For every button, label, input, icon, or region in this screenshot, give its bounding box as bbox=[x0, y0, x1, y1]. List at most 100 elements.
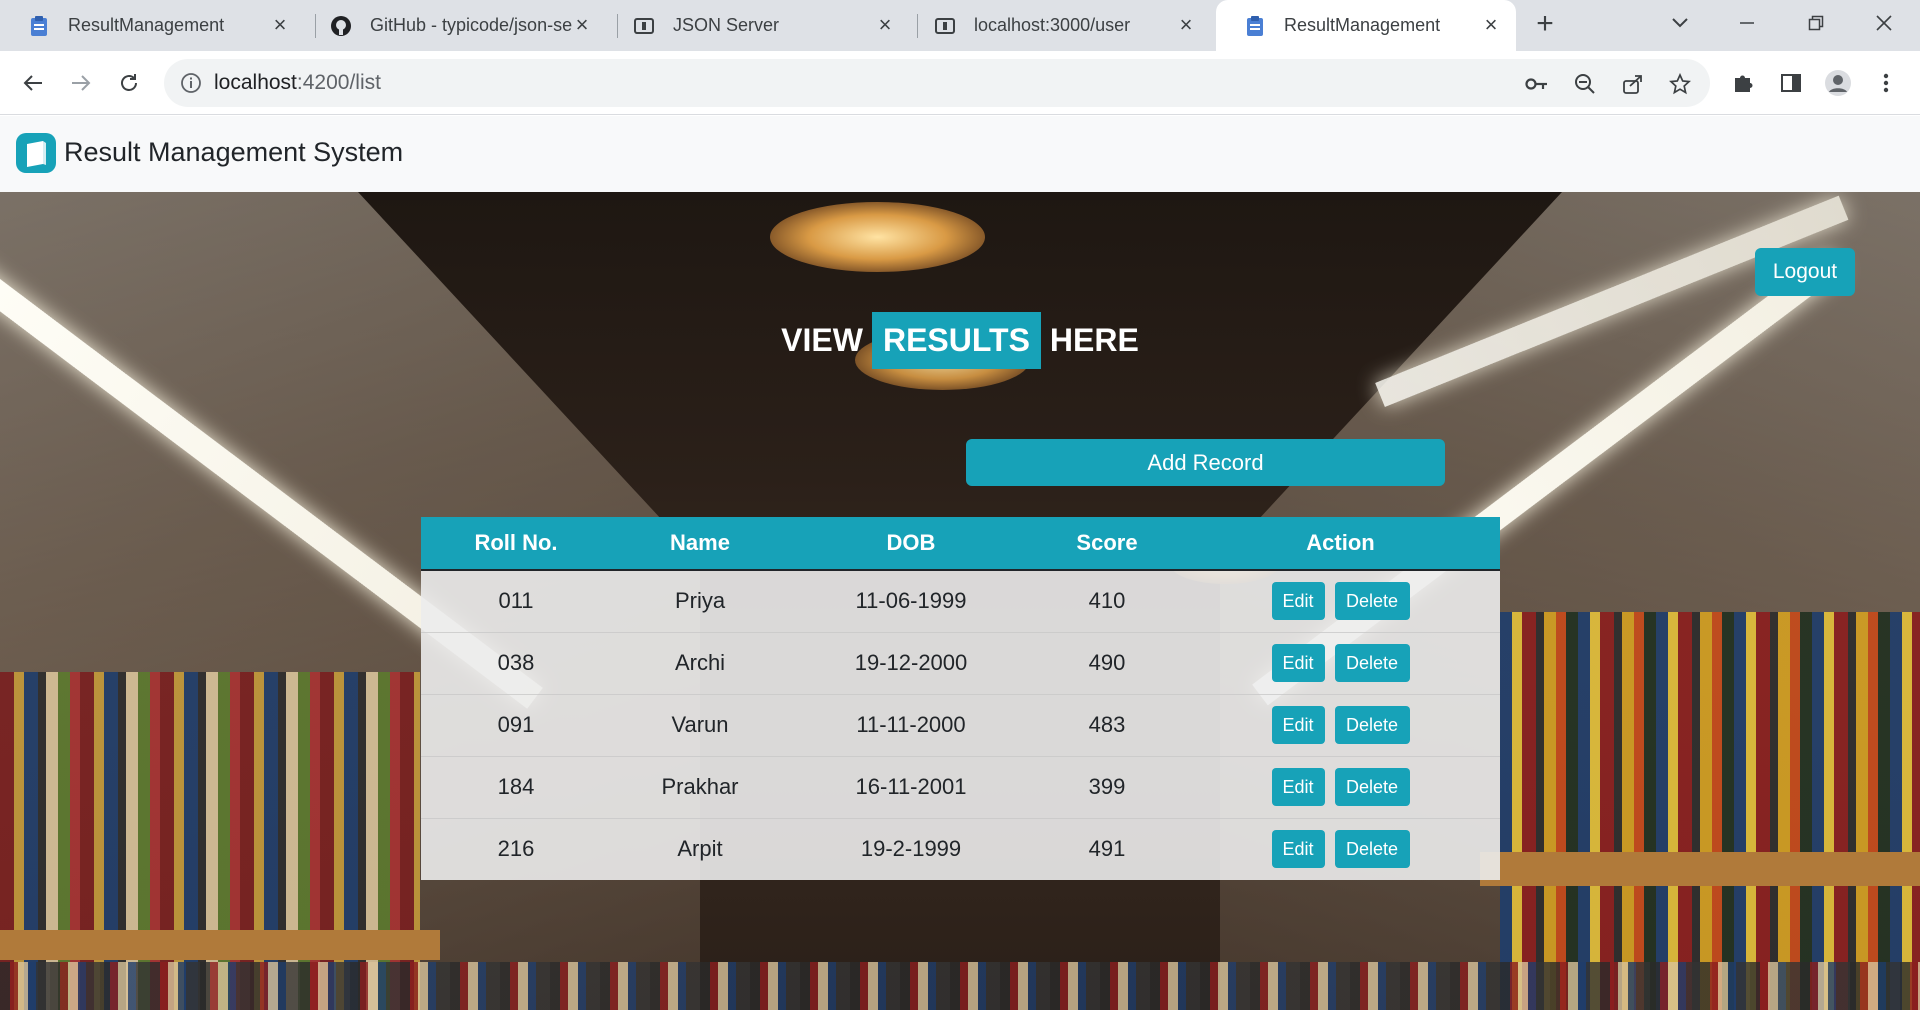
side-panel-icon[interactable] bbox=[1777, 69, 1805, 97]
cell-score: 399 bbox=[1088, 774, 1126, 799]
page-heading: VIEW RESULTS HERE bbox=[0, 307, 1920, 373]
cell-roll: 216 bbox=[497, 836, 535, 862]
browser-tab-4[interactable]: localhost:3000/user × bbox=[906, 0, 1211, 51]
browser-tab-3[interactable]: JSON Server × bbox=[605, 0, 910, 51]
column-header-score: Score bbox=[1076, 530, 1138, 555]
cell-dob: 11-06-1999 bbox=[855, 588, 967, 614]
clipboard-icon bbox=[1244, 15, 1266, 37]
tab-title: GitHub - typicode/json-se bbox=[370, 15, 573, 35]
table-row: 216 Arpit 19-2-1999 491 Edit Delete bbox=[421, 818, 1500, 880]
bg-shelf-board bbox=[1480, 852, 1920, 886]
browser-toolbar: localhost:4200/list bbox=[0, 51, 1920, 115]
bg-bookshelf-right bbox=[1500, 612, 1920, 1010]
url-path: :4200/list bbox=[296, 71, 381, 94]
share-icon[interactable] bbox=[1620, 71, 1646, 97]
zoom-out-icon[interactable] bbox=[1572, 71, 1598, 97]
close-icon[interactable]: × bbox=[571, 14, 593, 36]
cell-name: Arpit bbox=[677, 836, 723, 862]
table-row: 184 Prakhar 16-11-2001 399 Edit Delete bbox=[421, 756, 1500, 818]
json-server-icon bbox=[633, 15, 655, 37]
close-icon[interactable]: × bbox=[874, 14, 896, 36]
column-header-dob: DOB bbox=[886, 530, 936, 555]
cell-score: 490 bbox=[1088, 650, 1126, 675]
delete-button[interactable]: Delete bbox=[1334, 768, 1410, 806]
browser-tab-2[interactable]: GitHub - typicode/json-se × bbox=[302, 0, 607, 51]
cell-action: Edit Delete bbox=[1181, 694, 1500, 756]
delete-button[interactable]: Delete bbox=[1334, 706, 1410, 744]
bg-bottom-books bbox=[0, 962, 1920, 1010]
browser-tab-5-active[interactable]: ResultManagement × bbox=[1216, 0, 1516, 51]
url-host: localhost bbox=[214, 71, 297, 94]
address-bar[interactable]: localhost:4200/list bbox=[164, 59, 1710, 107]
delete-button[interactable]: Delete bbox=[1334, 582, 1410, 621]
close-icon[interactable]: × bbox=[1175, 14, 1197, 36]
library-background: Logout VIEW RESULTS HERE Add Record Roll… bbox=[0, 192, 1920, 1010]
forward-arrow-icon[interactable] bbox=[63, 65, 99, 101]
edit-button[interactable]: Edit bbox=[1271, 830, 1325, 869]
json-server-icon bbox=[934, 15, 956, 37]
bg-lamp bbox=[770, 202, 985, 272]
heading-results-highlight: RESULTS bbox=[871, 311, 1041, 369]
cell-name: Varun bbox=[671, 712, 729, 737]
restore-icon[interactable] bbox=[1796, 8, 1836, 38]
back-arrow-icon[interactable] bbox=[15, 65, 51, 101]
browser-tab-1[interactable]: ResultManagement × bbox=[0, 0, 305, 51]
minimize-icon[interactable] bbox=[1727, 8, 1767, 38]
cell-roll: 038 bbox=[497, 650, 535, 675]
edit-button[interactable]: Edit bbox=[1271, 768, 1325, 806]
tab-search-icon[interactable] bbox=[1660, 8, 1700, 38]
cell-action: Edit Delete bbox=[1181, 818, 1500, 880]
add-record-button[interactable]: Add Record bbox=[966, 439, 1445, 486]
app-navbar: Result Management System bbox=[0, 116, 1920, 192]
cell-dob: 11-11-2000 bbox=[856, 712, 966, 737]
tab-title: ResultManagement bbox=[1284, 15, 1441, 35]
cell-action: Edit Delete bbox=[1181, 756, 1500, 818]
bg-shelf-board bbox=[0, 930, 440, 960]
cell-dob: 19-12-2000 bbox=[854, 650, 968, 675]
book-logo-icon bbox=[16, 133, 56, 173]
clipboard-icon bbox=[28, 15, 50, 37]
cell-action: Edit Delete bbox=[1181, 632, 1500, 694]
cell-score: 483 bbox=[1088, 712, 1126, 737]
cell-name: Prakhar bbox=[661, 774, 739, 799]
table-row: 038 Archi 19-12-2000 490 Edit Delete bbox=[421, 632, 1500, 694]
browser-tab-strip: ResultManagement × GitHub - typicode/jso… bbox=[0, 0, 1920, 51]
profile-avatar-icon[interactable] bbox=[1824, 69, 1852, 97]
logout-button[interactable]: Logout bbox=[1755, 248, 1855, 296]
cell-dob: 19-2-1999 bbox=[860, 836, 962, 862]
site-info-icon[interactable] bbox=[180, 72, 202, 94]
heading-view: VIEW bbox=[781, 321, 863, 358]
brand-title[interactable]: Result Management System bbox=[64, 137, 403, 168]
tab-title: localhost:3000/user bbox=[974, 15, 1131, 35]
cell-roll: 091 bbox=[497, 712, 535, 737]
cell-dob: 16-11-2001 bbox=[855, 774, 967, 799]
key-icon[interactable] bbox=[1524, 71, 1550, 97]
delete-button[interactable]: Delete bbox=[1334, 830, 1410, 869]
reload-icon[interactable] bbox=[111, 65, 147, 101]
edit-button[interactable]: Edit bbox=[1271, 644, 1325, 682]
extensions-puzzle-icon[interactable] bbox=[1729, 69, 1757, 97]
column-header-name: Name bbox=[670, 530, 730, 555]
cell-score: 410 bbox=[1088, 588, 1126, 614]
cell-score: 491 bbox=[1088, 836, 1126, 862]
tab-title: JSON Server bbox=[673, 15, 780, 35]
page-viewport: Result Management System Logout VIEW RES… bbox=[0, 116, 1920, 1010]
close-icon[interactable]: × bbox=[1480, 14, 1502, 36]
close-icon[interactable]: × bbox=[269, 14, 291, 36]
more-menu-icon[interactable] bbox=[1872, 69, 1900, 97]
delete-button[interactable]: Delete bbox=[1334, 644, 1410, 682]
github-icon bbox=[330, 15, 352, 37]
column-header-action: Action bbox=[1306, 530, 1375, 555]
cell-roll: 184 bbox=[497, 774, 535, 799]
tab-title: ResultManagement bbox=[68, 15, 225, 35]
edit-button[interactable]: Edit bbox=[1271, 582, 1325, 621]
cell-action: Edit Delete bbox=[1181, 570, 1500, 632]
cell-name: Priya bbox=[674, 588, 726, 614]
new-tab-button[interactable]: + bbox=[1530, 9, 1560, 40]
edit-button[interactable]: Edit bbox=[1271, 706, 1325, 744]
url-text: localhost:4200/list bbox=[214, 71, 381, 95]
close-window-icon[interactable] bbox=[1864, 8, 1904, 38]
table-row: 091 Varun 11-11-2000 483 Edit Delete bbox=[421, 694, 1500, 756]
cell-name: Archi bbox=[674, 650, 726, 675]
bookmark-star-icon[interactable] bbox=[1667, 71, 1693, 97]
